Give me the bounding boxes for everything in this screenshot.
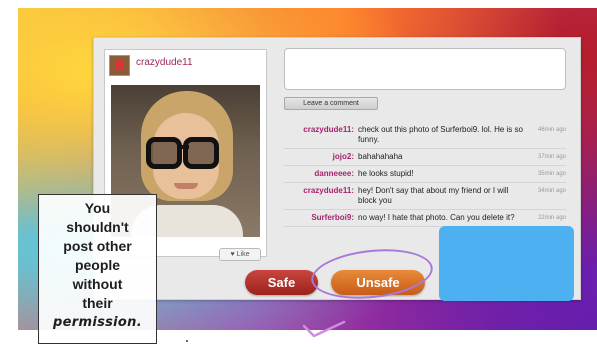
caption-line: You <box>84 200 111 216</box>
comment-time: 35min ago <box>537 171 566 177</box>
comment-row: danneeee: he looks stupid! 35min ago <box>284 166 566 183</box>
like-button[interactable]: ♥ Like <box>219 248 261 261</box>
caption-line: permission. <box>53 315 142 330</box>
caption-line: their <box>82 295 113 311</box>
comment-user[interactable]: jojo2: <box>284 152 358 162</box>
comment-time: 34min ago <box>537 188 566 194</box>
caption-line: shouldn't <box>66 219 129 235</box>
comment-time: 46min ago <box>537 127 566 133</box>
comment-user[interactable]: danneeee: <box>284 169 358 179</box>
unsafe-button[interactable]: Unsafe <box>331 270 425 295</box>
cursor-dot <box>186 340 188 342</box>
comment-text: check out this photo of Surferboi9. lol.… <box>358 125 523 144</box>
caption-card: You shouldn't post other people without … <box>38 194 157 344</box>
caption-line: post other <box>63 238 132 254</box>
avatar <box>109 55 130 76</box>
comment-user[interactable]: Surferboi9: <box>284 213 358 223</box>
like-label: Like <box>236 251 250 258</box>
comment-text: no way! I hate that photo. Can you delet… <box>358 213 515 222</box>
leave-comment-button[interactable]: Leave a comment <box>284 97 378 110</box>
safe-button[interactable]: Safe <box>245 270 318 295</box>
comment-input[interactable] <box>284 48 566 90</box>
comment-text: bahahahaha <box>358 152 403 161</box>
comment-row: crazydude11: hey! Don't say that about m… <box>284 183 566 210</box>
comment-list: crazydude11: check out this photo of Sur… <box>284 122 566 227</box>
comment-user[interactable]: crazydude11: <box>284 125 358 145</box>
caption-line: people <box>74 257 121 273</box>
blue-overlay-box <box>439 226 574 301</box>
comment-row: jojo2: bahahahaha 37min ago <box>284 149 566 166</box>
comment-row: Surferboi9: no way! I hate that photo. C… <box>284 210 566 227</box>
caption-line: without <box>72 276 123 292</box>
comment-time: 37min ago <box>537 154 566 160</box>
heart-icon: ♥ <box>230 251 235 258</box>
comment-row: crazydude11: check out this photo of Sur… <box>284 122 566 149</box>
comment-text: he looks stupid! <box>358 169 414 178</box>
comment-text: hey! Don't say that about my friend or I… <box>358 186 509 205</box>
comment-time: 22min ago <box>537 215 566 221</box>
comment-user[interactable]: crazydude11: <box>284 186 358 206</box>
post-username[interactable]: crazydude11 <box>136 57 193 68</box>
